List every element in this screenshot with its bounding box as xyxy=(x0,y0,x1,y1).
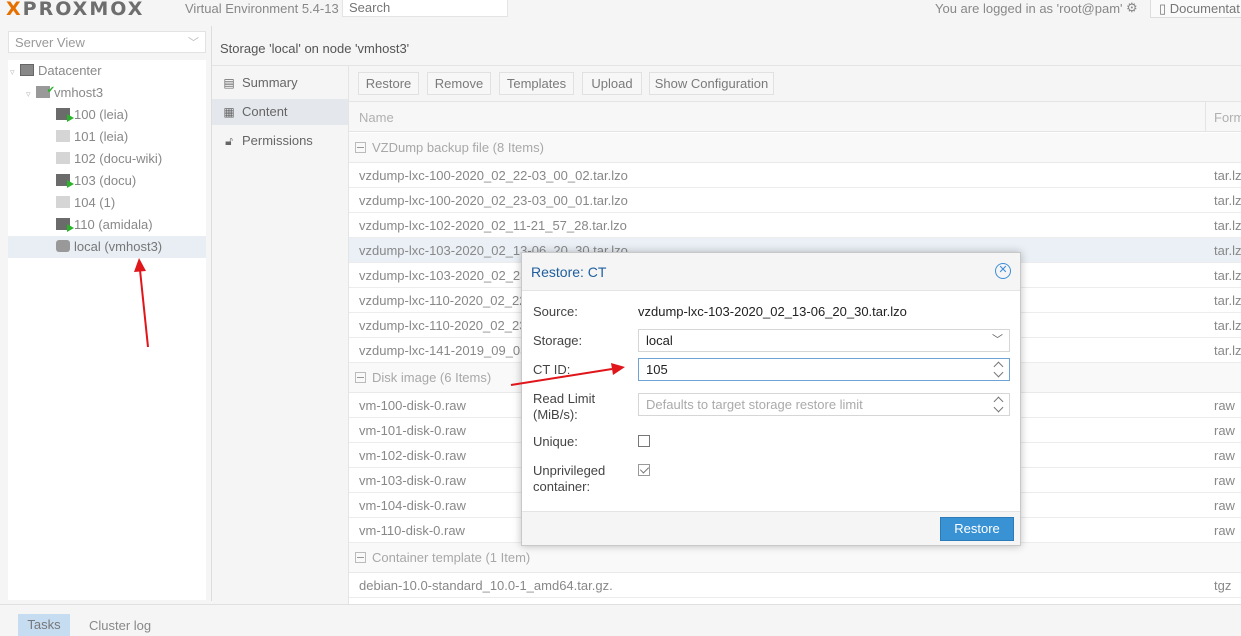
annotation-arrows xyxy=(134,258,625,386)
arrow-to-storage xyxy=(134,258,149,348)
arrow-to-ctid xyxy=(510,363,625,386)
